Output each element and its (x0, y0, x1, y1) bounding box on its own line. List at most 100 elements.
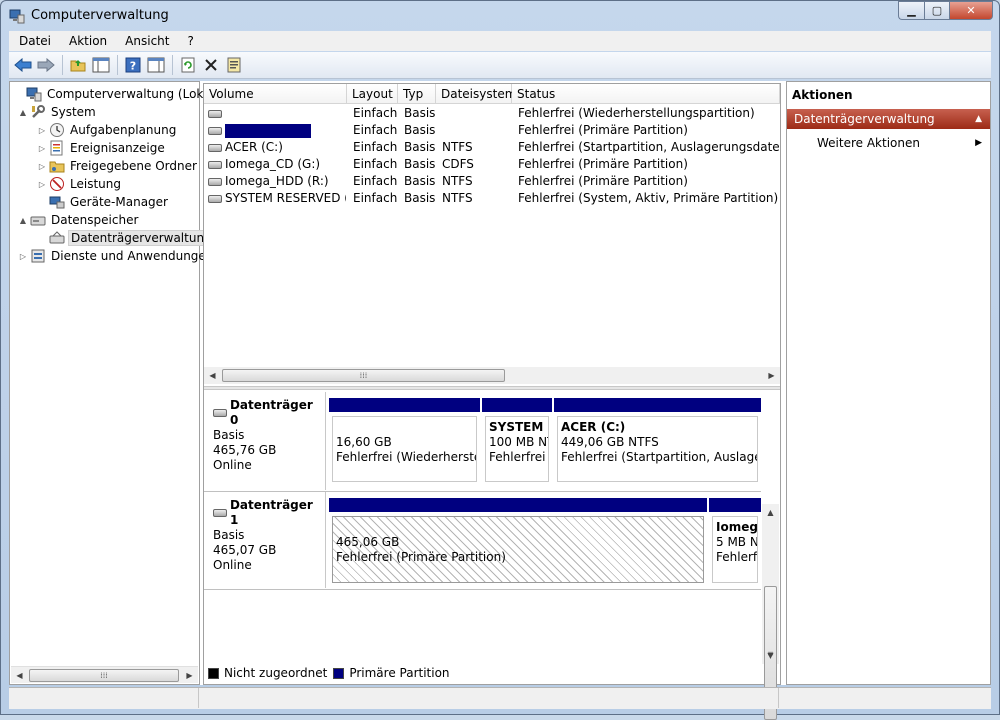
volume-list: Volume Layout Typ Dateisystem Status Ein… (204, 84, 780, 384)
volume-status: Fehlerfrei (Wiederherstellungspartition) (518, 106, 755, 120)
show-action-pane-button[interactable] (145, 54, 167, 76)
menu-help[interactable]: ? (177, 34, 201, 48)
toolbar-separator (172, 55, 173, 75)
volume-name: ACER (C:) (225, 140, 283, 154)
scroll-left-icon[interactable]: ◀ (204, 367, 221, 384)
volume-list-horizontal-scrollbar[interactable]: ◀ ⁞⁞⁞ ▶ (204, 367, 780, 384)
column-header-volume[interactable]: Volume (204, 84, 347, 104)
refresh-icon (181, 57, 195, 73)
tree-item-label: Computerverwaltung (Lokal) (47, 87, 219, 101)
close-button[interactable]: ✕ (949, 1, 993, 20)
menu-ansicht[interactable]: Ansicht (115, 34, 177, 48)
submenu-arrow-icon: ▶ (975, 138, 982, 148)
main-content: Computerverwaltung (Lokal) ▲ System ▷ Au… (9, 81, 991, 720)
help-button[interactable]: ? (122, 54, 144, 76)
tree-item-datenspeicher[interactable]: ▲ Datenspeicher (18, 211, 140, 229)
column-header-status[interactable]: Status (512, 84, 780, 104)
scroll-right-icon[interactable]: ▶ (181, 667, 198, 684)
status-segment (9, 688, 199, 708)
expand-arrow-icon[interactable]: ▷ (37, 180, 47, 189)
column-header-dateisystem[interactable]: Dateisystem (436, 84, 516, 104)
title-bar[interactable]: Computerverwaltung ▁ ▢ ✕ (1, 1, 999, 31)
properties-icon (227, 57, 241, 73)
volume-filesystem (442, 105, 512, 122)
volume-status: Fehlerfrei (Startpartition, Auslagerungs… (518, 140, 780, 154)
column-header-typ[interactable]: Typ (398, 84, 436, 104)
table-row[interactable]: SYSTEM RESERVED (E:) Einfach Basis NTFS … (204, 190, 780, 207)
expand-arrow-icon[interactable]: ▷ (18, 252, 28, 261)
partition-label: SYSTEM R (489, 420, 548, 434)
partition-recovery[interactable]: 16,60 GB Fehlerfrei (Wiederherstellu (329, 398, 480, 485)
properties-button[interactable] (223, 54, 245, 76)
volume-status: Fehlerfrei (Primäre Partition) (518, 174, 688, 188)
scroll-up-icon[interactable]: ▲ (762, 504, 779, 521)
disk-1-info[interactable]: Datenträger 1 Basis 465,07 GB Online (204, 492, 326, 588)
table-row[interactable]: Iomega_HDD (R:) Einfach Basis NTFS Fehle… (204, 173, 780, 190)
scroll-down-icon[interactable]: ▼ (762, 647, 779, 664)
show-tree-button[interactable] (90, 54, 112, 76)
action-pane-icon (147, 57, 165, 73)
actions-group-header[interactable]: Datenträgerverwaltung ▲ (787, 109, 990, 129)
volume-filesystem: NTFS (442, 191, 473, 205)
disk-size: 465,76 GB (213, 443, 277, 457)
menu-aktion[interactable]: Aktion (59, 34, 115, 48)
volume-layout: Einfach (353, 191, 398, 205)
table-row[interactable]: Einfach Basis Fehlerfrei (Wiederherstell… (204, 105, 780, 122)
column-header-layout[interactable]: Layout (347, 84, 398, 104)
tree-item-leistung[interactable]: ▷ Leistung (37, 175, 123, 193)
tree-item-system[interactable]: ▲ System (18, 103, 98, 121)
up-folder-button[interactable] (67, 54, 89, 76)
tree-horizontal-scrollbar[interactable]: ◀ ⁞⁞⁞ ▶ (11, 666, 198, 683)
scroll-right-icon[interactable]: ▶ (763, 367, 780, 384)
partition-disk1-primary[interactable]: 465,06 GB Fehlerfrei (Primäre Partition) (329, 498, 707, 586)
legend-swatch-primary (333, 667, 345, 679)
expand-arrow-icon[interactable]: ▷ (37, 126, 47, 135)
back-button[interactable] (12, 54, 34, 76)
tree-item-dienste-und-anwendungen[interactable]: ▷ Dienste und Anwendungen (18, 247, 215, 265)
partition-acer-c[interactable]: ACER (C:) 449,06 GB NTFS Fehlerfrei (Sta… (554, 398, 761, 485)
disk-name: Datenträger 0 (229, 398, 313, 427)
collapse-arrow-icon[interactable]: ▲ (975, 109, 982, 129)
partition-body: ACER (C:) 449,06 GB NTFS Fehlerfrei (Sta… (557, 416, 758, 482)
disk-0-info[interactable]: Datenträger 0 Basis 465,76 GB Online (204, 392, 326, 490)
expand-arrow-icon[interactable]: ▷ (37, 162, 47, 171)
tree-item-freigegebene-ordner[interactable]: ▷ Freigegebene Ordner (37, 157, 199, 175)
pane-splitter[interactable] (204, 386, 780, 390)
more-actions-item[interactable]: Weitere Aktionen ▶ (787, 133, 990, 153)
refresh-button[interactable] (177, 54, 199, 76)
expand-arrow-icon[interactable]: ▷ (37, 144, 47, 153)
primary-partition-bar (329, 498, 707, 512)
collapse-arrow-icon[interactable]: ▲ (18, 108, 28, 117)
shared-folder-icon (49, 161, 65, 173)
minimize-icon: ▁ (907, 4, 916, 17)
tree-item-ereignisanzeige[interactable]: ▷ Ereignisanzeige (37, 139, 167, 157)
tree-item-aufgabenplanung[interactable]: ▷ Aufgabenplanung (37, 121, 178, 139)
disk-view-vertical-scrollbar[interactable]: ▲ ≡ ▼ (762, 504, 779, 720)
partition-size: 5 MB N (716, 535, 758, 549)
tree-item-geraete-manager[interactable]: Geräte-Manager (37, 193, 170, 211)
tree-item-computerverwaltung[interactable]: Computerverwaltung (Lokal) (14, 85, 221, 103)
collapse-arrow-icon[interactable]: ▲ (18, 216, 28, 225)
scroll-thumb[interactable]: ⁞⁞⁞ (29, 669, 179, 682)
help-icon: ? (125, 57, 141, 73)
volume-type: Basis (404, 140, 436, 154)
volume-filesystem (442, 122, 512, 139)
table-row[interactable]: Iomega_CD (G:) Einfach Basis CDFS Fehler… (204, 156, 780, 173)
scroll-thumb[interactable]: ⁞⁞⁞ (222, 369, 505, 382)
maximize-button[interactable]: ▢ (924, 1, 949, 20)
forward-button[interactable] (35, 54, 57, 76)
volume-type: Basis (404, 123, 436, 137)
partition-body: 16,60 GB Fehlerfrei (Wiederherstellu (332, 416, 477, 482)
volume-type: Basis (404, 157, 436, 171)
table-row[interactable]: ACER (C:) Einfach Basis NTFS Fehlerfrei … (204, 139, 780, 156)
window-controls: ▁ ▢ ✕ (898, 1, 993, 21)
minimize-button[interactable]: ▁ (898, 1, 924, 20)
table-row[interactable]: Einfach Basis Fehlerfrei (Primäre Partit… (204, 122, 780, 139)
menu-datei[interactable]: Datei (9, 34, 59, 48)
disk-icon (213, 409, 227, 417)
partition-iomega[interactable]: Iomega 5 MB N Fehlerf (709, 498, 761, 586)
tree-item-datentraegerverwaltung[interactable]: Datenträgerverwaltung (37, 229, 215, 247)
partition-system-reserved[interactable]: SYSTEM R 100 MB NT Fehlerfrei ( (482, 398, 552, 485)
delete-button[interactable] (200, 54, 222, 76)
scroll-left-icon[interactable]: ◀ (11, 667, 28, 684)
